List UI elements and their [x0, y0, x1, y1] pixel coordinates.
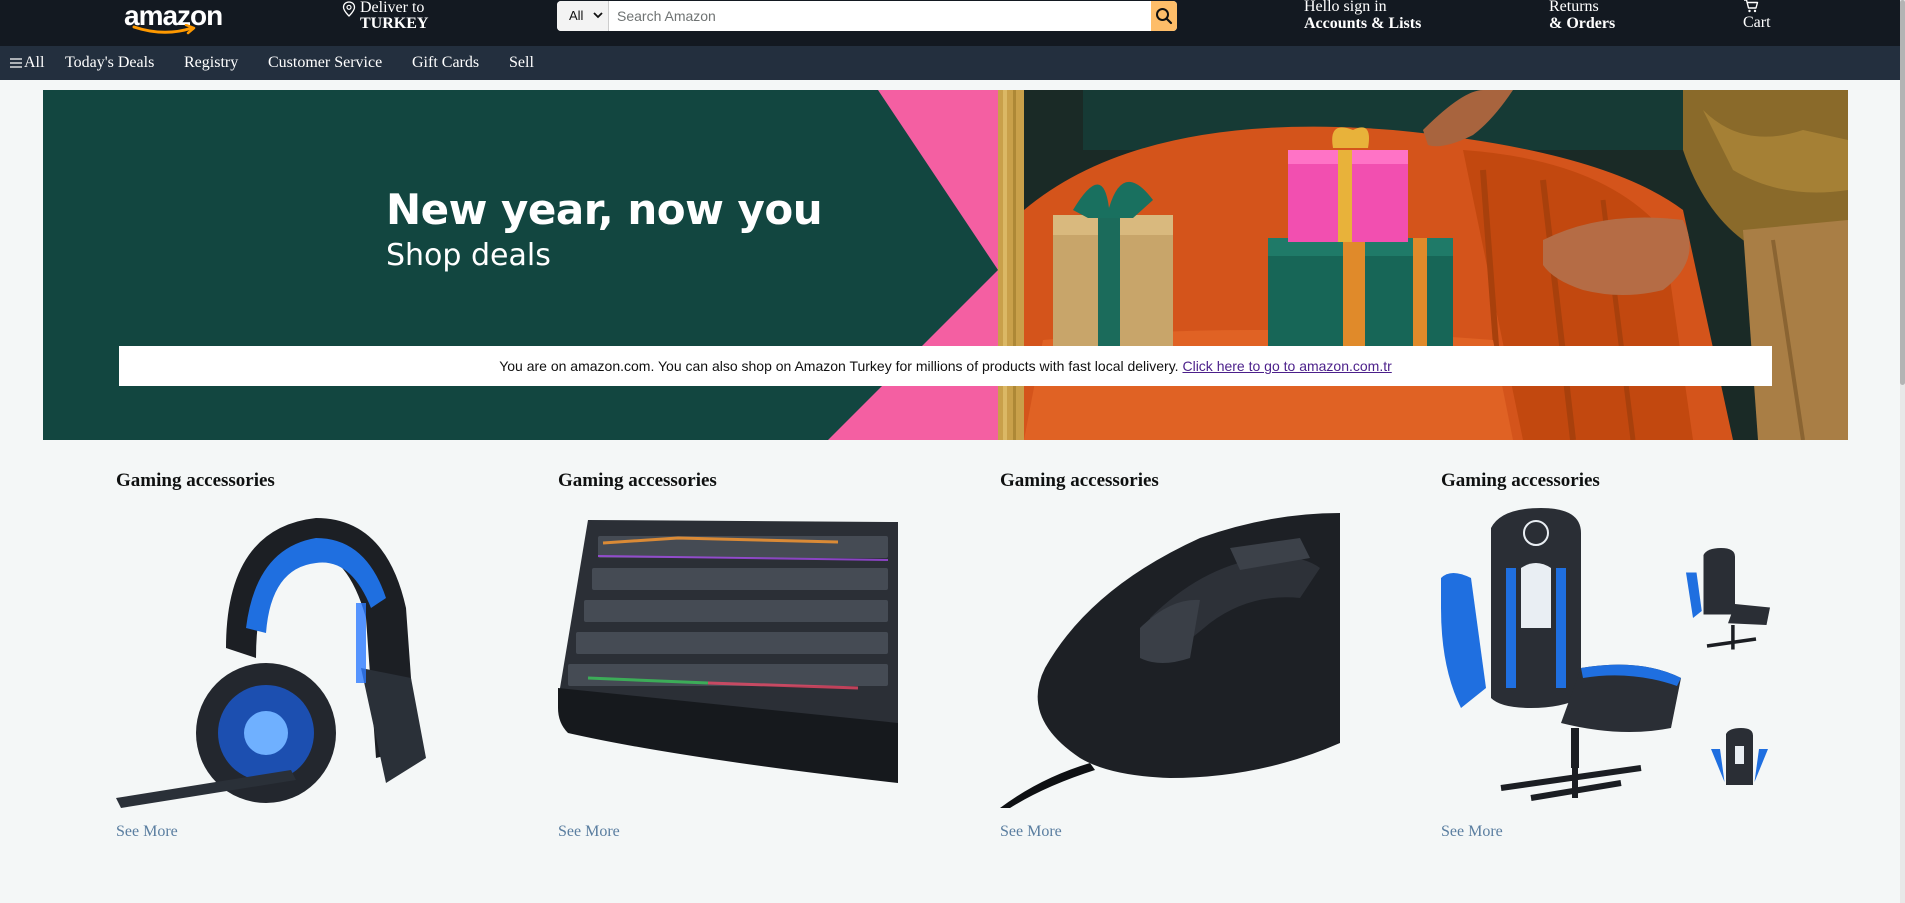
cart-label: Cart: [1743, 14, 1771, 31]
scrollbar-thumb[interactable]: [1900, 0, 1905, 385]
gaming-chair-icon[interactable]: [1441, 508, 1781, 808]
see-more-link[interactable]: See More: [1000, 823, 1062, 841]
card-title: Gaming accessories: [116, 470, 275, 491]
nav-gift-cards[interactable]: Gift Cards: [412, 54, 479, 72]
see-more-link[interactable]: See More: [1441, 823, 1503, 841]
all-menu-label: All: [24, 54, 45, 71]
see-more-link[interactable]: See More: [116, 823, 178, 841]
hero-banner[interactable]: New year, now you Shop deals: [43, 90, 1848, 440]
returns-orders[interactable]: Returns & Orders: [1549, 0, 1649, 33]
search-input[interactable]: [609, 1, 1109, 31]
nav-registry[interactable]: Registry: [184, 54, 238, 72]
product-card: Gaming accessories See More: [1441, 470, 1781, 850]
sub-nav: All Today's Deals Registry Customer Serv…: [0, 46, 1900, 80]
deliver-to[interactable]: Deliver to TURKEY: [342, 0, 452, 36]
logo-smile-icon: [132, 24, 196, 35]
scrollbar-track[interactable]: [1900, 0, 1905, 903]
product-card: Gaming accessories See More: [1000, 470, 1340, 850]
search-category-select[interactable]: All: [557, 1, 609, 31]
keyboard-icon[interactable]: [558, 508, 898, 808]
nav-customer-service[interactable]: Customer Service: [268, 54, 382, 72]
mouse-icon[interactable]: [1000, 508, 1340, 808]
hamburger-icon: [10, 58, 22, 68]
product-card: Gaming accessories See More: [558, 470, 898, 850]
card-title: Gaming accessories: [1441, 470, 1600, 491]
amazon-logo[interactable]: amazon: [124, 2, 223, 35]
location-pin-icon: [342, 1, 356, 17]
top-nav: amazon Deliver to TURKEY All Hell: [0, 0, 1900, 46]
locale-notice: You are on amazon.com. You can also shop…: [119, 346, 1772, 386]
amazon-tr-link[interactable]: Click here to go to amazon.com.tr: [1182, 358, 1391, 374]
account-label: Accounts & Lists: [1304, 15, 1422, 32]
cart-icon: [1744, 0, 1759, 13]
returns-label: Returns: [1549, 0, 1599, 15]
chevron-down-icon: [593, 12, 603, 19]
card-title: Gaming accessories: [1000, 470, 1159, 491]
product-card: Gaming accessories See More: [116, 470, 456, 850]
card-title: Gaming accessories: [558, 470, 717, 491]
locale-notice-text: You are on amazon.com. You can also shop…: [499, 358, 1179, 374]
search-button[interactable]: [1151, 1, 1177, 31]
see-more-link[interactable]: See More: [558, 823, 620, 841]
search-icon: [1156, 8, 1173, 25]
search-category-label: All: [569, 8, 584, 23]
search-bar: All: [557, 1, 1177, 31]
headset-icon[interactable]: [116, 508, 456, 808]
all-menu-button[interactable]: All: [10, 54, 44, 72]
orders-label: & Orders: [1549, 15, 1616, 32]
hero-headline: New year, now you: [386, 185, 823, 234]
nav-sell[interactable]: Sell: [509, 54, 534, 72]
account-greeting: Hello sign in: [1304, 0, 1387, 15]
nav-todays-deals[interactable]: Today's Deals: [65, 54, 154, 72]
deliver-country: TURKEY: [360, 15, 429, 32]
hero-gifts-illustration: [828, 90, 1848, 440]
account-lists[interactable]: Hello sign in Accounts & Lists: [1304, 0, 1454, 33]
hero-subheadline: Shop deals: [386, 238, 551, 273]
